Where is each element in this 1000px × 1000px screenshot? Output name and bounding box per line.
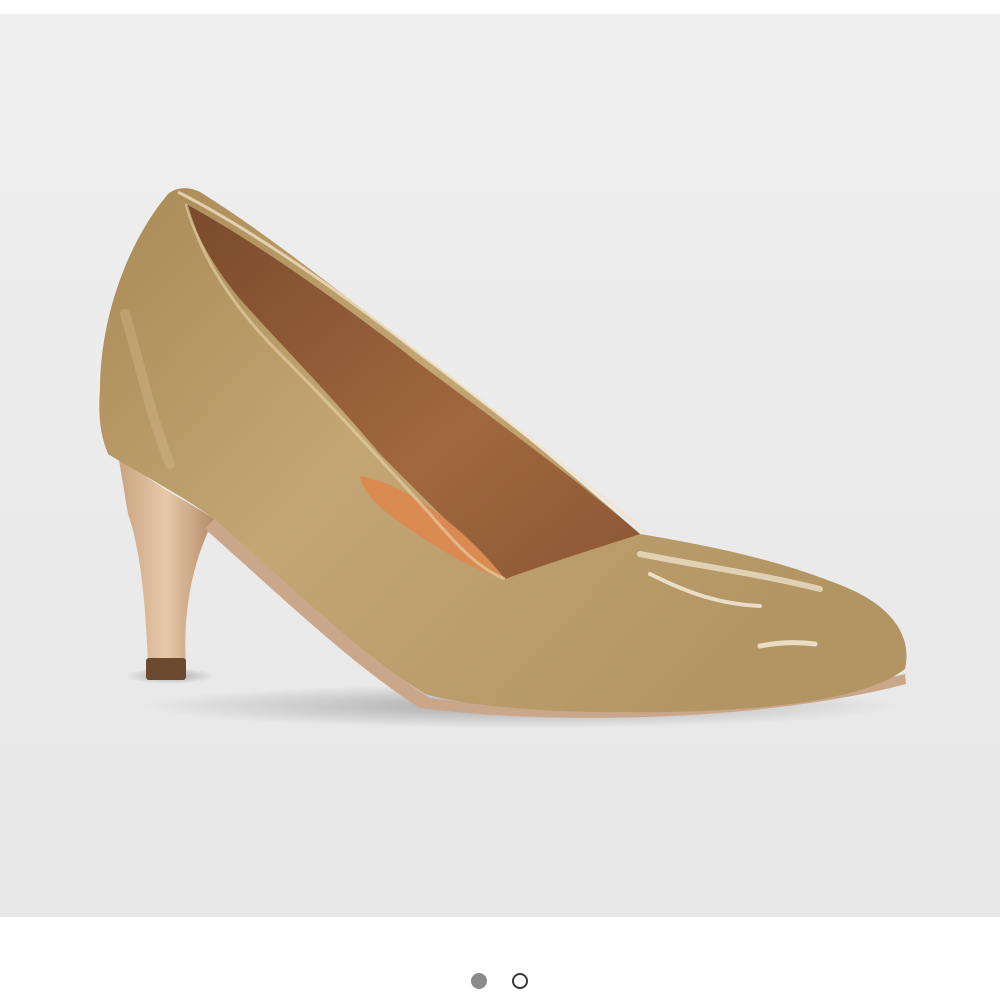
pager-dot-active[interactable] bbox=[471, 973, 487, 989]
product-image-gallery[interactable] bbox=[0, 14, 1000, 917]
pager-dot-inactive[interactable] bbox=[512, 973, 528, 989]
shoe-image bbox=[0, 14, 1000, 917]
image-pager bbox=[0, 917, 1000, 1000]
top-strip bbox=[0, 0, 1000, 14]
